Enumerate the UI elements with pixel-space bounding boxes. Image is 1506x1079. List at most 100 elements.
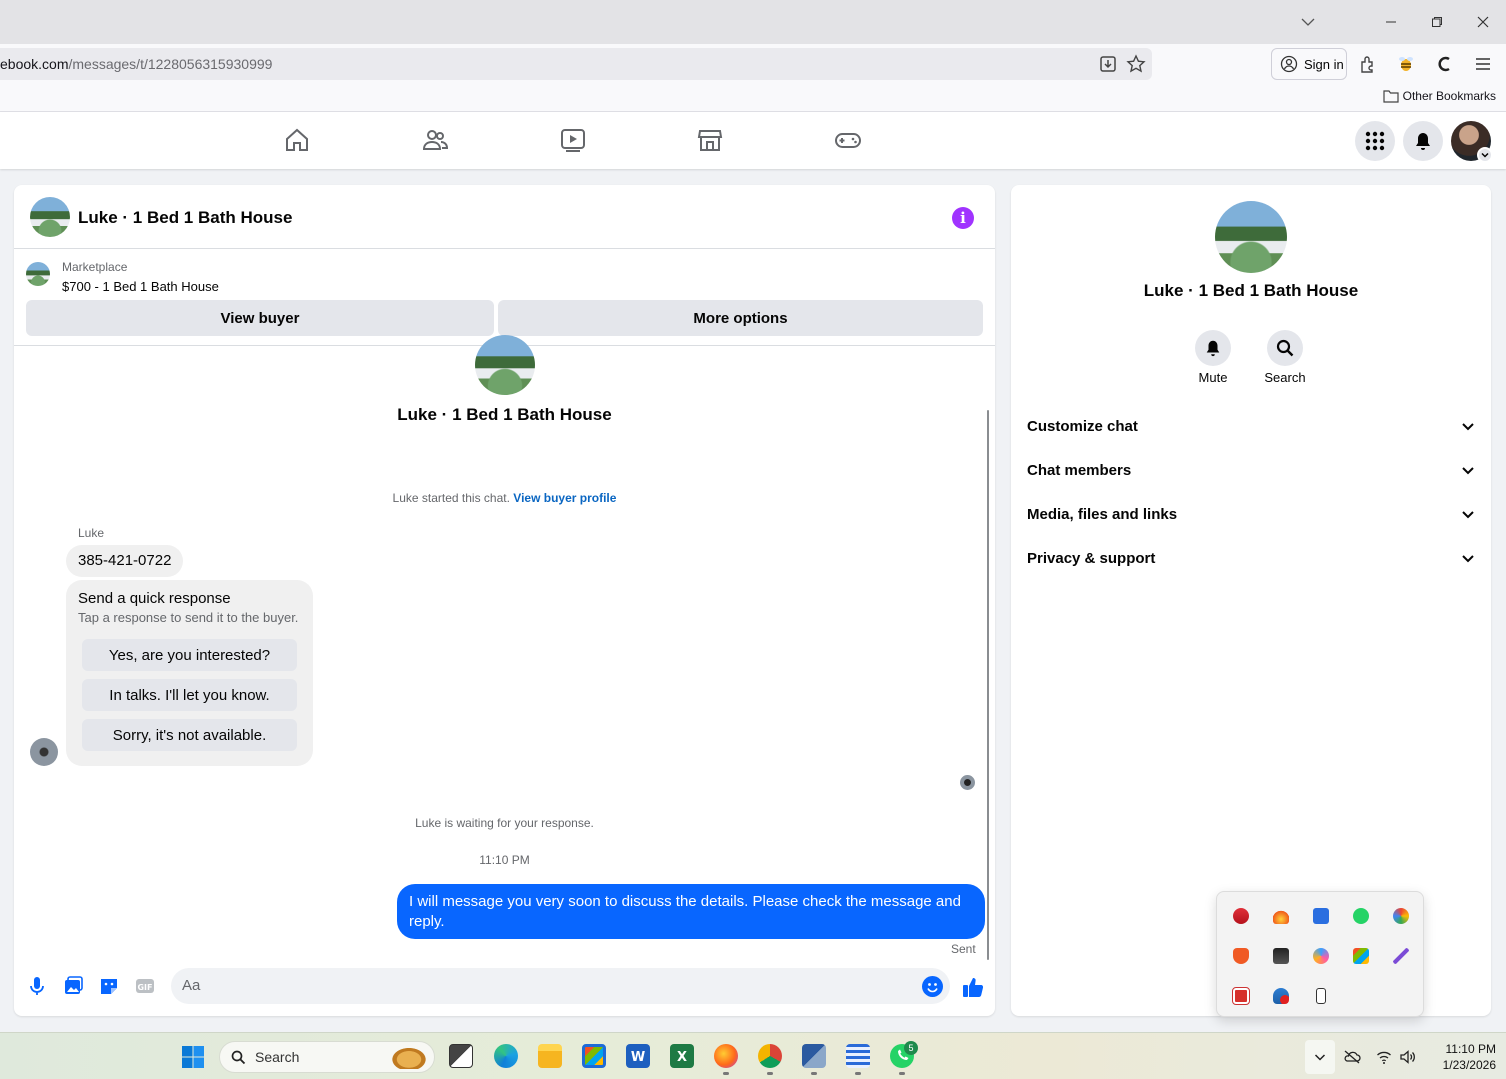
notepad-icon[interactable] bbox=[846, 1044, 870, 1068]
system-clock[interactable]: 11:10 PM 1/23/2026 bbox=[1420, 1041, 1496, 1073]
copilot-icon[interactable] bbox=[1313, 948, 1329, 964]
other-bookmarks[interactable]: Other Bookmarks bbox=[1383, 89, 1496, 103]
defender-alert-icon[interactable] bbox=[1273, 988, 1289, 1004]
info-avatar[interactable] bbox=[1215, 201, 1287, 273]
install-page-icon[interactable] bbox=[1098, 54, 1118, 74]
minimize-button[interactable] bbox=[1368, 6, 1414, 38]
notifications-button[interactable] bbox=[1403, 121, 1443, 161]
folder-icon bbox=[1383, 90, 1399, 103]
section-label: Privacy & support bbox=[1027, 549, 1156, 567]
thumbs-up-icon[interactable] bbox=[962, 976, 984, 998]
sign-in-button[interactable]: Sign in bbox=[1271, 48, 1347, 80]
conversation-name: Luke · 1 Bed 1 Bath House bbox=[397, 405, 612, 424]
chevron-down-icon bbox=[1462, 511, 1474, 519]
info-icon[interactable]: i bbox=[952, 207, 974, 229]
pen-app-icon[interactable] bbox=[1393, 948, 1409, 964]
tray-overflow-popup bbox=[1216, 891, 1424, 1017]
file-explorer-icon[interactable] bbox=[538, 1044, 562, 1068]
listing-thumbnail[interactable] bbox=[26, 262, 50, 286]
bell-icon bbox=[1416, 133, 1430, 150]
extension-bee-icon[interactable] bbox=[1396, 54, 1416, 74]
listing-title[interactable]: $700 - 1 Bed 1 Bath House bbox=[62, 279, 219, 294]
mute-button[interactable] bbox=[1195, 330, 1231, 366]
friends-icon[interactable] bbox=[421, 126, 449, 154]
chrome-icon[interactable] bbox=[758, 1044, 782, 1068]
extensions-icon[interactable] bbox=[1358, 54, 1378, 74]
video-icon[interactable] bbox=[559, 126, 587, 154]
onedrive-offline-icon[interactable] bbox=[1343, 1049, 1361, 1065]
menu-grid-button[interactable] bbox=[1355, 121, 1395, 161]
word-icon[interactable]: W bbox=[626, 1044, 650, 1068]
taskbar-search-box[interactable]: Search bbox=[219, 1041, 435, 1073]
emoji-icon[interactable] bbox=[922, 976, 943, 997]
wifi-icon[interactable] bbox=[1376, 1049, 1392, 1065]
privacy-support-section[interactable]: Privacy & support bbox=[1027, 538, 1475, 578]
customize-chat-section[interactable]: Customize chat bbox=[1027, 406, 1475, 446]
url-bar[interactable]: ebook.com/messages/t/1228056315930999 bbox=[0, 48, 1152, 80]
gif-icon[interactable]: GIF bbox=[134, 975, 156, 997]
account-chevron-icon[interactable] bbox=[1477, 147, 1493, 163]
firefox-icon[interactable] bbox=[714, 1044, 738, 1068]
edge-icon[interactable] bbox=[494, 1044, 518, 1068]
section-label: Chat members bbox=[1027, 461, 1132, 479]
waiting-notice: Luke is waiting for your response. bbox=[415, 816, 594, 830]
bell-icon bbox=[1206, 340, 1220, 357]
app-icon[interactable] bbox=[802, 1044, 826, 1068]
quick-response-option[interactable]: Yes, are you interested? bbox=[82, 639, 297, 671]
whatsapp-tray-icon[interactable] bbox=[1353, 908, 1369, 924]
show-hidden-icons-button[interactable] bbox=[1305, 1040, 1335, 1074]
more-options-button[interactable]: More options bbox=[498, 300, 983, 336]
my-message-bubble[interactable]: I will message you very soon to discuss … bbox=[397, 884, 985, 939]
photo-icon[interactable] bbox=[62, 975, 84, 997]
quick-response-option[interactable]: In talks. I'll let you know. bbox=[82, 679, 297, 711]
safely-remove-icon[interactable] bbox=[1316, 988, 1326, 1004]
clock-date: 1/23/2026 bbox=[1442, 1058, 1496, 1072]
excel-icon[interactable]: X bbox=[670, 1044, 694, 1068]
tab-list-chevron-icon[interactable] bbox=[1285, 6, 1331, 38]
running-indicator bbox=[855, 1072, 861, 1075]
restore-button[interactable] bbox=[1414, 6, 1460, 38]
expressvpn-icon[interactable] bbox=[1233, 908, 1249, 924]
pdf-app-icon[interactable] bbox=[1232, 987, 1250, 1005]
chat-members-section[interactable]: Chat members bbox=[1027, 450, 1475, 490]
task-view-icon[interactable] bbox=[449, 1044, 473, 1068]
brave-icon[interactable] bbox=[1233, 948, 1249, 964]
volume-icon[interactable] bbox=[1399, 1049, 1415, 1065]
message-input[interactable]: Aa bbox=[171, 968, 950, 1004]
search-in-chat-button[interactable] bbox=[1267, 330, 1303, 366]
view-buyer-profile-link[interactable]: View buyer profile bbox=[513, 491, 616, 505]
close-window-button[interactable] bbox=[1460, 6, 1506, 38]
chevron-down-icon bbox=[1462, 467, 1474, 475]
extension-c-icon[interactable] bbox=[1435, 54, 1455, 74]
microsoft-app-icon[interactable] bbox=[1353, 948, 1369, 964]
sign-in-label: Sign in bbox=[1304, 56, 1344, 72]
media-files-links-section[interactable]: Media, files and links bbox=[1027, 494, 1475, 534]
view-buyer-button[interactable]: View buyer bbox=[26, 300, 494, 336]
color-app-icon[interactable] bbox=[1393, 908, 1409, 924]
windows-start-icon[interactable] bbox=[181, 1045, 205, 1069]
home-icon[interactable] bbox=[283, 126, 311, 154]
started-text: Luke started this chat. bbox=[392, 491, 510, 505]
sender-avatar[interactable] bbox=[30, 738, 58, 766]
grid-icon bbox=[1365, 131, 1385, 151]
chat-started-notice: Luke started this chat. View buyer profi… bbox=[14, 491, 995, 505]
marketplace-icon[interactable] bbox=[696, 126, 724, 154]
chat-scrollbar[interactable] bbox=[987, 410, 989, 960]
browser-toolbar: ebook.com/messages/t/1228056315930999 Si… bbox=[0, 44, 1506, 84]
bookmarks-bar: Other Bookmarks bbox=[0, 84, 1506, 112]
message-bubble[interactable]: 385-421-0722 bbox=[66, 545, 184, 577]
microphone-icon[interactable] bbox=[26, 975, 48, 997]
gaming-icon[interactable] bbox=[834, 126, 862, 154]
search-icon bbox=[1276, 339, 1294, 357]
chat-title[interactable]: Luke · 1 Bed 1 Bath House bbox=[78, 208, 292, 228]
chevron-down-icon bbox=[1314, 1054, 1326, 1061]
quick-response-option[interactable]: Sorry, it's not available. bbox=[82, 719, 297, 751]
bookmark-star-icon[interactable] bbox=[1126, 54, 1146, 74]
microsoft-store-icon[interactable] bbox=[582, 1044, 606, 1068]
chat-avatar[interactable] bbox=[30, 197, 70, 237]
sticker-icon[interactable] bbox=[98, 975, 120, 997]
browser-menu-icon[interactable] bbox=[1473, 54, 1493, 74]
usb-device-icon[interactable] bbox=[1273, 948, 1289, 964]
flame-app-icon[interactable] bbox=[1273, 908, 1289, 924]
info-app-icon[interactable] bbox=[1313, 908, 1329, 924]
